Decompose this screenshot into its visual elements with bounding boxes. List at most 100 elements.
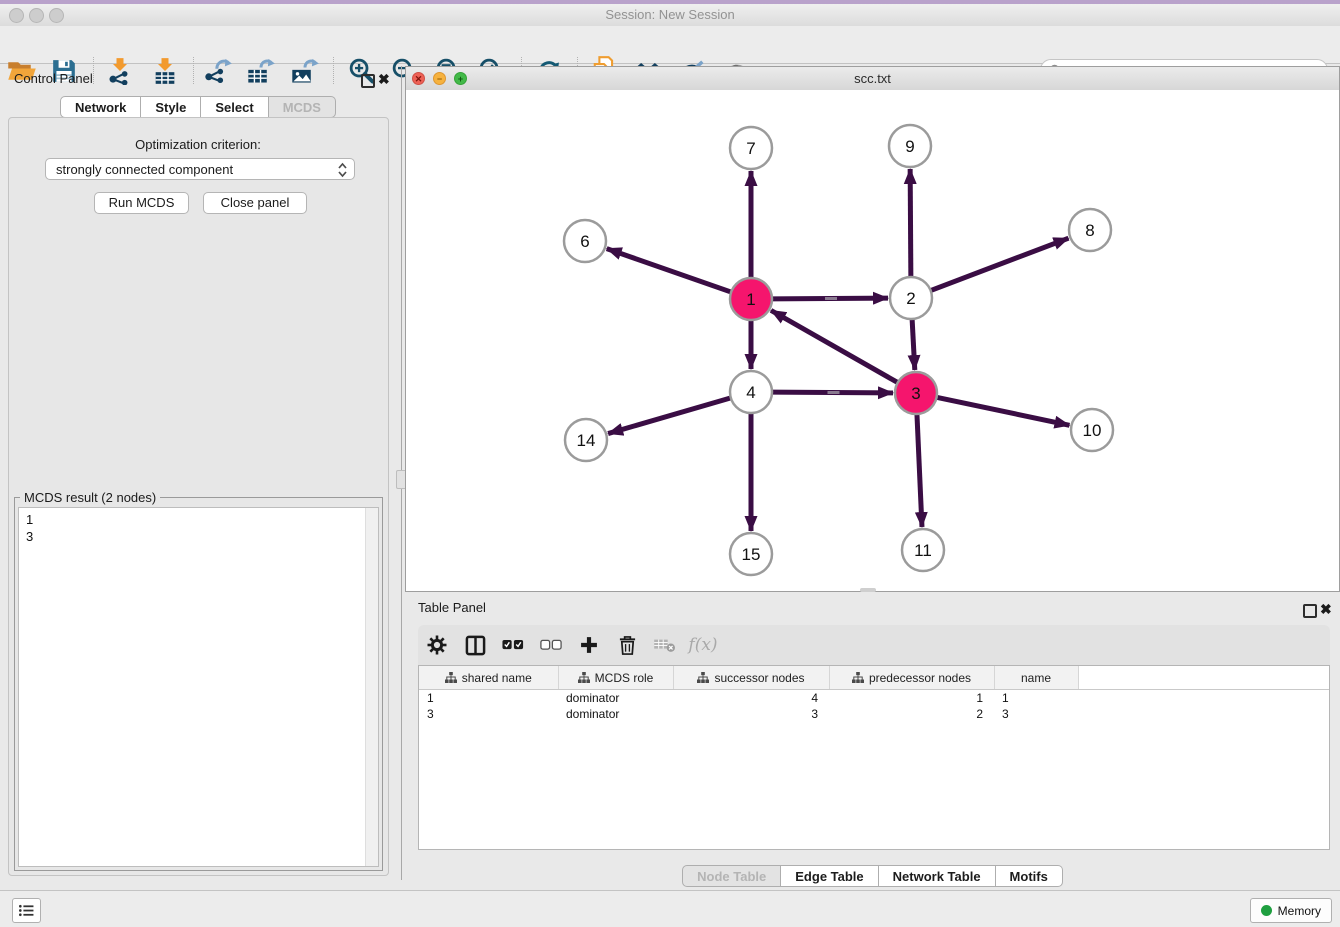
tab-network[interactable]: Network bbox=[60, 96, 141, 118]
network-minimize-button[interactable]: − bbox=[433, 72, 446, 85]
deselect-all-button[interactable] bbox=[532, 625, 570, 665]
table-tab-network-table[interactable]: Network Table bbox=[879, 865, 996, 887]
column-header-filler bbox=[1078, 666, 1329, 690]
network-window-title: scc.txt bbox=[406, 67, 1339, 90]
criterion-select[interactable]: strongly connected component bbox=[45, 158, 355, 180]
function-builder-button[interactable]: f(x) bbox=[684, 625, 722, 665]
stepper-icon bbox=[337, 161, 348, 182]
criterion-value: strongly connected component bbox=[56, 162, 233, 177]
run-mcds-button[interactable]: Run MCDS bbox=[94, 192, 189, 214]
table-row[interactable]: 1dominator411 bbox=[419, 690, 1329, 707]
column-header-predecessor_nodes[interactable]: predecessor nodes bbox=[829, 666, 994, 690]
graph-node-label: 11 bbox=[914, 541, 932, 560]
graph-node-label: 10 bbox=[1083, 421, 1102, 440]
graph-node-label: 9 bbox=[905, 137, 914, 156]
cell-successor_nodes[interactable]: 3 bbox=[673, 706, 829, 722]
window-title: Session: New Session bbox=[0, 4, 1340, 26]
cell-mcds_role[interactable]: dominator bbox=[558, 706, 673, 722]
table-panel-close-icon[interactable]: ✖ bbox=[1320, 602, 1332, 616]
table-row[interactable]: 3dominator323 bbox=[419, 706, 1329, 722]
delete-column-button[interactable] bbox=[608, 625, 646, 665]
network-window-titlebar: scc.txt ✕ − + bbox=[406, 67, 1339, 91]
table-tab-motifs[interactable]: Motifs bbox=[996, 865, 1063, 887]
graph-edge-1-6[interactable] bbox=[607, 249, 731, 292]
table-panel-float-icon[interactable] bbox=[1303, 604, 1317, 618]
graph-node-label: 3 bbox=[911, 384, 920, 403]
network-canvas[interactable]: 7968124314101511 bbox=[406, 90, 1339, 591]
control-panel-tabs: NetworkStyleSelectMCDS bbox=[0, 96, 396, 118]
cell-predecessor_nodes[interactable]: 2 bbox=[829, 706, 994, 722]
column-header-shared_name[interactable]: shared name bbox=[419, 666, 558, 690]
tab-mcds[interactable]: MCDS bbox=[269, 96, 336, 118]
graph-edge-2-9[interactable] bbox=[910, 169, 911, 277]
split-view-button[interactable] bbox=[456, 625, 494, 665]
cell-shared_name[interactable]: 1 bbox=[419, 690, 558, 707]
cell-predecessor_nodes[interactable]: 1 bbox=[829, 690, 994, 707]
table-toolbar: f(x) bbox=[418, 625, 1330, 665]
add-column-button[interactable] bbox=[570, 625, 608, 665]
column-header-label: MCDS role bbox=[595, 671, 654, 685]
graph-node-label: 6 bbox=[580, 232, 589, 251]
memory-status-icon bbox=[1261, 905, 1272, 916]
trash-icon bbox=[618, 635, 637, 656]
cell-mcds_role[interactable]: dominator bbox=[558, 690, 673, 707]
attribute-tree-icon bbox=[445, 672, 457, 683]
close-panel-button[interactable]: Close panel bbox=[203, 192, 307, 214]
result-scrollbar[interactable] bbox=[365, 508, 378, 866]
graph-edge-3-11[interactable] bbox=[917, 414, 922, 527]
column-header-name[interactable]: name bbox=[994, 666, 1078, 690]
network-zoom-button[interactable]: + bbox=[454, 72, 467, 85]
tab-select[interactable]: Select bbox=[201, 96, 268, 118]
cell-successor_nodes[interactable]: 4 bbox=[673, 690, 829, 707]
select-all-icon bbox=[502, 639, 524, 651]
mcds-result-groupbox: MCDS result (2 nodes) 13 bbox=[14, 497, 383, 871]
settings-button[interactable] bbox=[418, 625, 456, 665]
table-panel: Table Panel ✖ f(x) shared name MCDS role s… bbox=[405, 592, 1340, 890]
column-header-successor_nodes[interactable]: successor nodes bbox=[673, 666, 829, 690]
graph-edge-3-10[interactable] bbox=[937, 397, 1070, 425]
task-history-button[interactable] bbox=[12, 898, 41, 923]
graph-edge-2-3[interactable] bbox=[912, 319, 915, 370]
graph-node-label: 7 bbox=[746, 139, 755, 158]
graph-edge-3-1[interactable] bbox=[771, 310, 898, 382]
delete-table-button[interactable] bbox=[646, 625, 684, 665]
table-tab-edge-table[interactable]: Edge Table bbox=[781, 865, 878, 887]
mcds-result-area[interactable]: 13 bbox=[18, 507, 379, 867]
column-header-mcds_role[interactable]: MCDS role bbox=[558, 666, 673, 690]
mcds-result-line: 1 bbox=[26, 511, 365, 528]
tab-style[interactable]: Style bbox=[141, 96, 201, 118]
select-all-button[interactable] bbox=[494, 625, 532, 665]
graph-edge-4-14[interactable] bbox=[608, 398, 731, 434]
graph-edge-2-8[interactable] bbox=[931, 238, 1069, 290]
table-panel-title: Table Panel bbox=[418, 600, 486, 615]
edge-label-mark bbox=[828, 391, 840, 394]
edge-label-mark bbox=[825, 297, 837, 300]
cell-name[interactable]: 3 bbox=[994, 706, 1078, 722]
mcds-result-lines: 13 bbox=[19, 508, 365, 866]
main-toolbar bbox=[0, 26, 1340, 64]
control-panel-close-icon[interactable]: ✖ bbox=[378, 72, 390, 86]
cell-name[interactable]: 1 bbox=[994, 690, 1078, 707]
split-view-icon bbox=[465, 635, 486, 656]
deselect-all-icon bbox=[540, 639, 562, 651]
control-panel-float-icon[interactable] bbox=[361, 74, 375, 88]
network-close-button[interactable]: ✕ bbox=[412, 72, 425, 85]
mcds-result-line: 3 bbox=[26, 528, 365, 545]
cell-filler bbox=[1078, 706, 1329, 722]
function-builder-icon: f(x) bbox=[688, 635, 717, 655]
column-header-label: successor nodes bbox=[714, 671, 804, 685]
table-tab-node-table[interactable]: Node Table bbox=[682, 865, 781, 887]
attribute-tree-icon bbox=[697, 672, 709, 683]
list-icon bbox=[18, 903, 35, 918]
graph-node-label: 4 bbox=[746, 383, 755, 402]
mcds-result-title: MCDS result (2 nodes) bbox=[20, 490, 160, 505]
memory-button[interactable]: Memory bbox=[1250, 898, 1332, 923]
network-window: scc.txt ✕ − + 7968124314101511 bbox=[405, 66, 1340, 592]
graph-node-label: 8 bbox=[1085, 221, 1094, 240]
network-graph: 7968124314101511 bbox=[406, 90, 1339, 591]
graph-node-label: 2 bbox=[906, 289, 915, 308]
cell-shared_name[interactable]: 3 bbox=[419, 706, 558, 722]
control-panel-title: Control Panel bbox=[14, 71, 93, 86]
graph-node-label: 1 bbox=[746, 290, 755, 309]
delete-table-icon bbox=[653, 636, 677, 654]
